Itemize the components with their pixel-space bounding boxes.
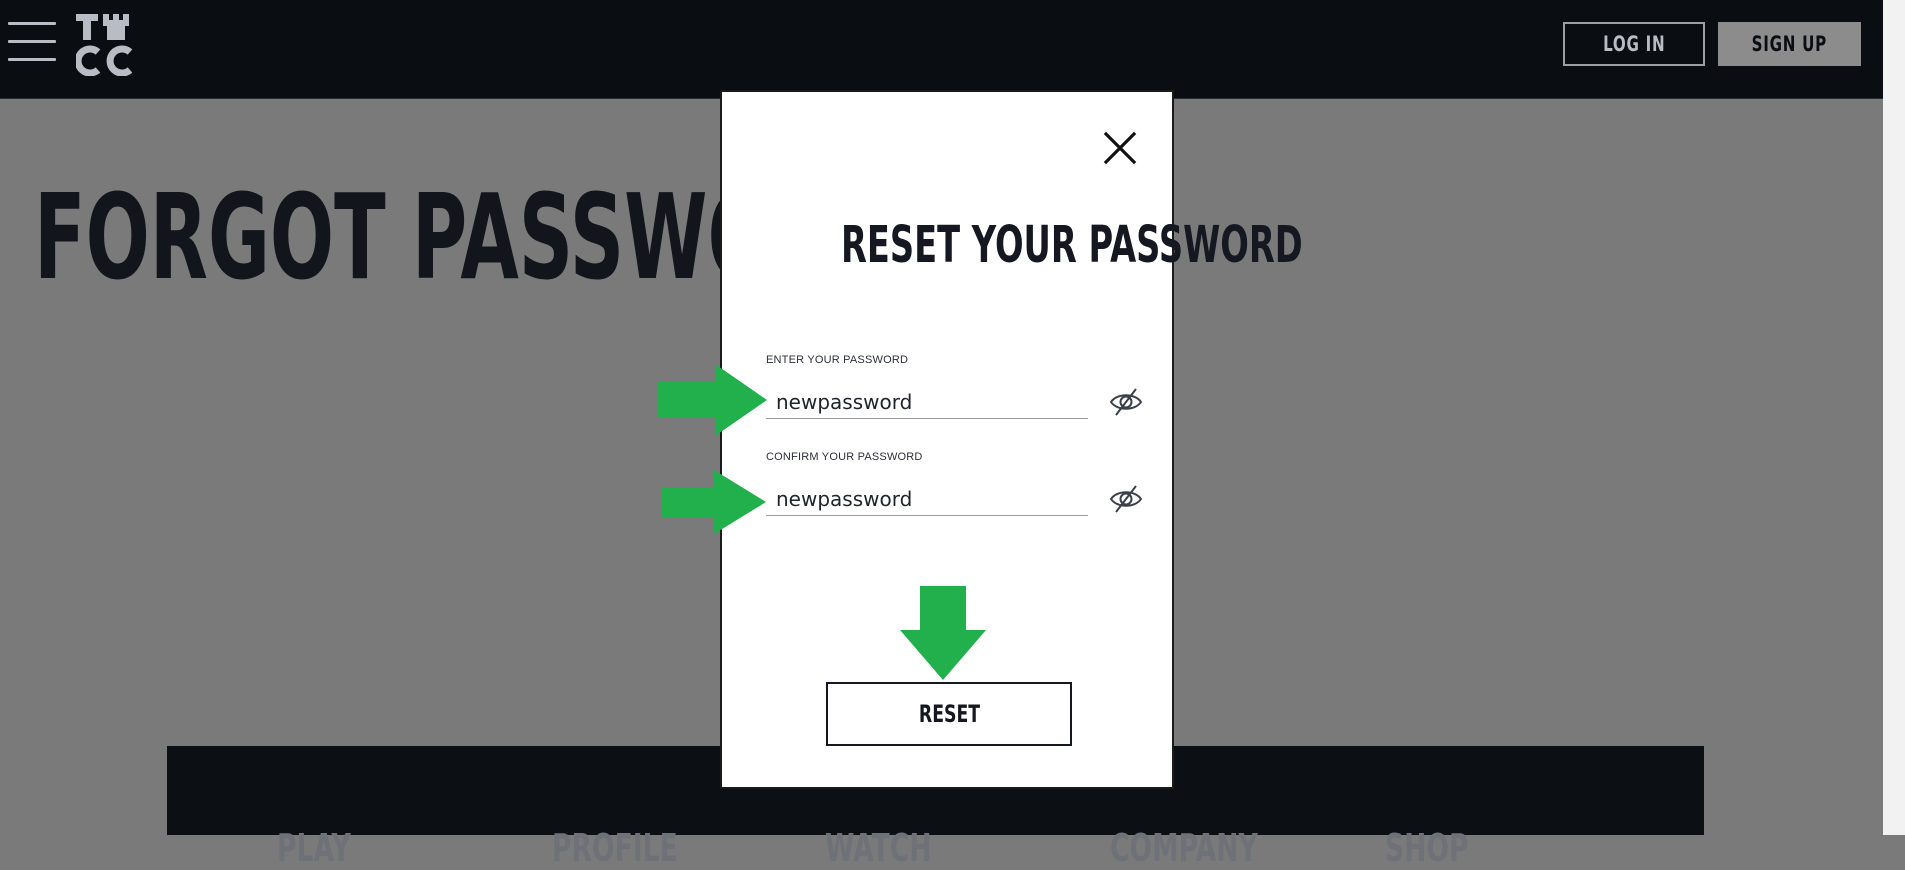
footer-nav-watch[interactable]: WATCH [825,826,932,870]
sign-up-button[interactable]: SIGN UP [1718,22,1861,66]
password-label: ENTER YOUR PASSWORD [766,354,909,366]
reset-password-modal: RESET YOUR PASSWORD ENTER YOUR PASSWORD … [720,90,1303,789]
log-in-button[interactable]: LOG IN [1563,22,1705,66]
eye-off-icon[interactable] [1108,384,1144,420]
footer-nav-company[interactable]: COMPANY [1110,826,1258,870]
annotation-arrow-right-icon [657,364,769,436]
confirm-password-input[interactable] [766,482,1088,516]
hamburger-menu-icon[interactable] [8,22,56,66]
annotation-arrow-right-icon [662,470,768,534]
close-icon[interactable] [1102,130,1138,166]
eye-off-icon[interactable] [1108,481,1144,517]
footer-nav-profile[interactable]: PROFILE [552,826,678,870]
annotation-arrow-down-icon [898,586,988,682]
top-navigation-bar: LOG IN SIGN UP [0,0,1883,99]
footer-nav-play[interactable]: PLAY [277,826,351,870]
modal-title: RESET YOUR PASSWORD [840,216,1303,275]
scrollbar-track[interactable] [1883,0,1905,835]
reset-button[interactable]: RESET [826,682,1072,746]
footer-nav-shop[interactable]: SHOP [1385,826,1469,870]
password-input[interactable] [766,385,1088,419]
confirm-password-label: CONFIRM YOUR PASSWORD [766,451,923,463]
site-logo[interactable] [76,12,142,76]
